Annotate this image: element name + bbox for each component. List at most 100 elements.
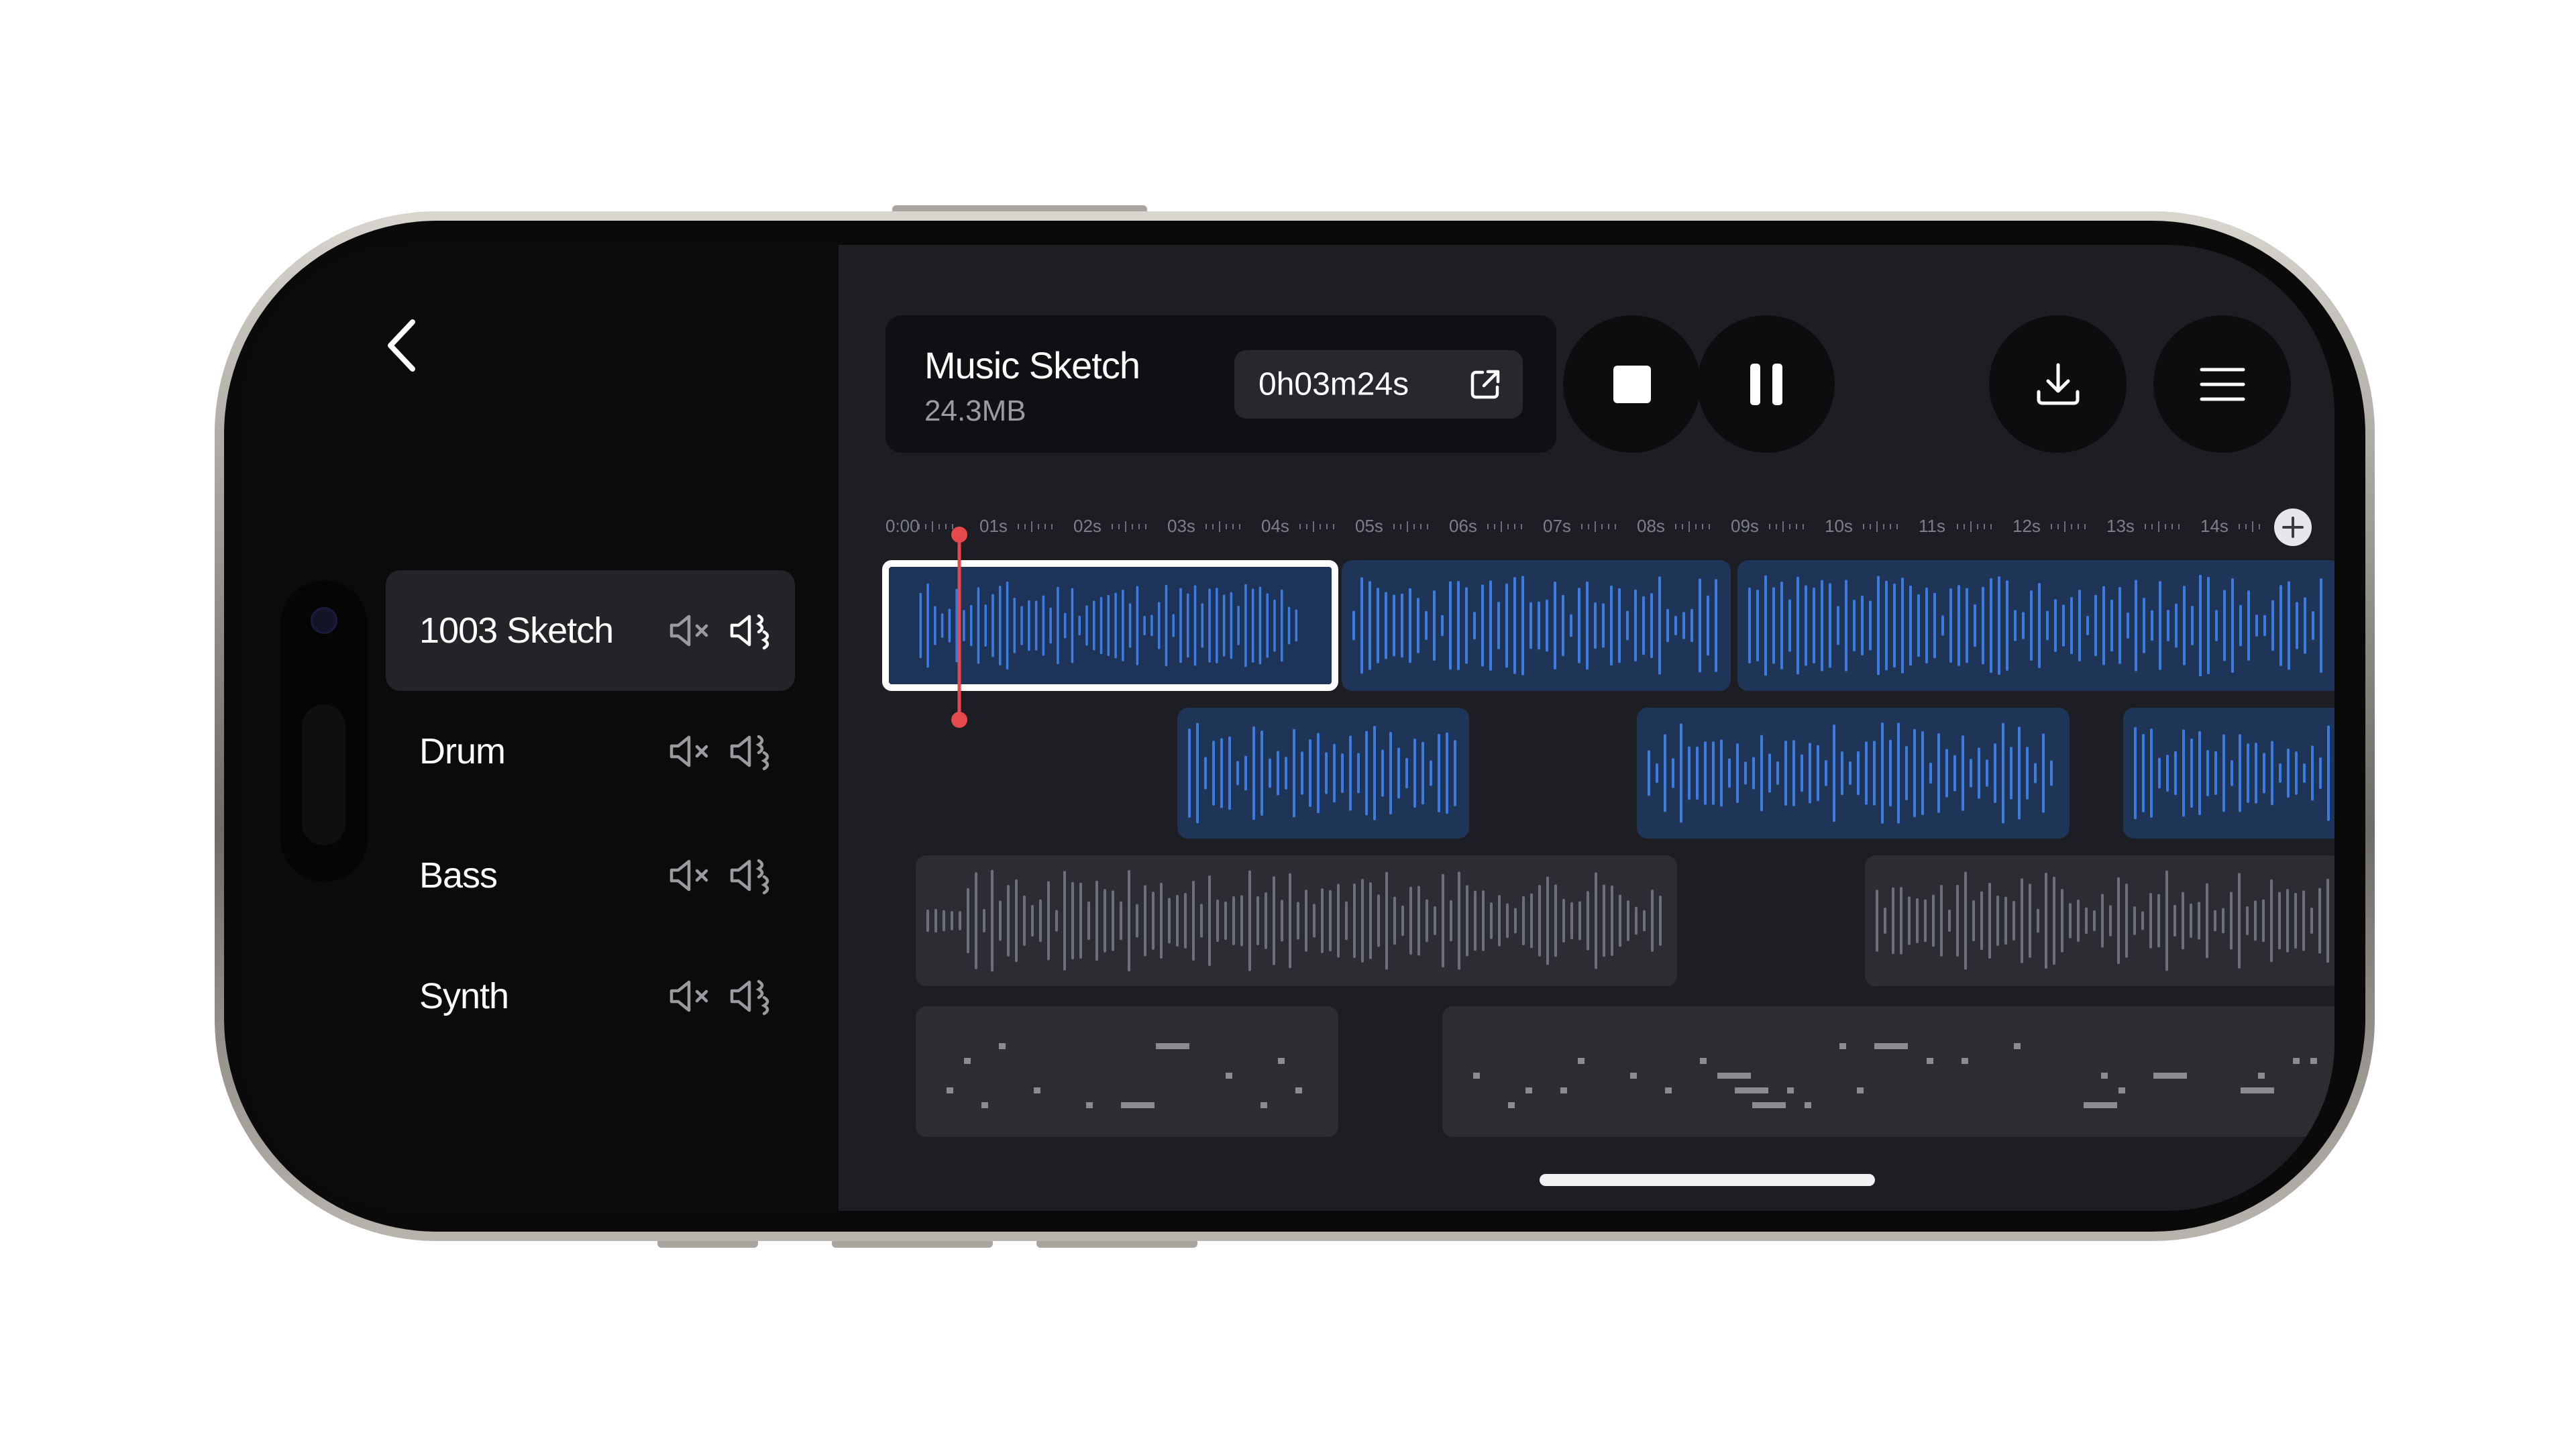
mute-button[interactable]: [667, 855, 714, 896]
external-link-icon: [1470, 370, 1500, 399]
audio-clip[interactable]: [2123, 708, 2334, 839]
ruler-label: 10s: [1825, 516, 1853, 536]
midi-note: [1260, 1102, 1267, 1108]
midi-note: [2258, 1073, 2265, 1079]
speaker-wave-icon: [730, 859, 769, 895]
playhead-bottom-handle[interactable]: [951, 712, 967, 728]
add-marker-button[interactable]: [2274, 508, 2312, 546]
midi-clip[interactable]: [1442, 1006, 2334, 1137]
track-row[interactable]: Bass: [386, 815, 795, 936]
stop-button[interactable]: [1563, 315, 1701, 453]
midi-note: [1665, 1087, 1672, 1093]
pause-button[interactable]: [1697, 315, 1835, 453]
solo-button[interactable]: [728, 976, 775, 1016]
track-name: Synth: [419, 976, 509, 1016]
midi-note: [1156, 1043, 1189, 1049]
midi-note: [1735, 1087, 1768, 1093]
playhead[interactable]: [951, 527, 967, 728]
plus-circle-icon: [2282, 517, 2304, 538]
ruler-label: 05s: [1355, 516, 1383, 536]
midi-note: [1839, 1043, 1846, 1049]
speaker-wave-icon: [730, 979, 769, 1016]
face-sensor: [302, 704, 345, 845]
duration-button[interactable]: 0h03m24s: [1234, 350, 1523, 419]
midi-note: [981, 1102, 988, 1108]
audio-clip[interactable]: [1342, 560, 1731, 691]
midi-note: [2293, 1058, 2300, 1064]
ruler-label: 14s: [2200, 516, 2229, 536]
track-row[interactable]: 1003 Sketch: [386, 570, 795, 691]
midi-note: [1874, 1043, 1908, 1049]
audio-clip[interactable]: [1177, 708, 1469, 839]
back-button[interactable]: [376, 312, 429, 379]
audio-clip[interactable]: [1737, 560, 2334, 691]
ruler-label: 02s: [1073, 516, 1102, 536]
ruler-label: 04s: [1261, 516, 1289, 536]
ruler-label: 06s: [1449, 516, 1477, 536]
midi-note: [2241, 1087, 2274, 1093]
ruler-label: 11s: [1919, 516, 1945, 536]
midi-note: [1278, 1058, 1285, 1064]
speaker-mute-icon: [669, 980, 708, 1012]
timeline-panel: Music Sketch 24.3MB 0h03m24s 0:00 01s 02…: [839, 245, 2334, 1211]
midi-note: [2118, 1087, 2125, 1093]
midi-note: [1525, 1087, 1532, 1093]
ruler-label: 03s: [1167, 516, 1195, 536]
mute-button[interactable]: [667, 610, 714, 651]
midi-note: [1578, 1058, 1585, 1064]
audio-clip[interactable]: [916, 855, 1677, 986]
midi-note: [1121, 1102, 1155, 1108]
audio-clip[interactable]: [1637, 708, 2070, 839]
solo-button[interactable]: [728, 855, 775, 896]
waveform: [2134, 725, 2330, 821]
midi-note: [2101, 1073, 2108, 1079]
speaker-mute-icon: [669, 735, 708, 767]
midi-note: [2310, 1058, 2317, 1064]
playhead-svg: [951, 527, 967, 728]
playhead-top-handle[interactable]: [951, 527, 967, 543]
solo-button[interactable]: [728, 731, 775, 771]
ruler-label: 0:00: [885, 516, 920, 536]
time-ruler-svg: 0:00 01s 02s 03s 04s 05s 06s 07s 08s 09s 10s 11s 12s…: [885, 516, 2260, 536]
midi-note: [2084, 1102, 2117, 1108]
ruler-label: 01s: [979, 516, 1008, 536]
speaker-mute-icon: [669, 859, 708, 892]
front-camera-lens: [311, 607, 337, 634]
audio-clip[interactable]: [1865, 855, 2334, 986]
track-row[interactable]: Drum: [386, 691, 795, 812]
midi-note: [1805, 1102, 1811, 1108]
download-icon: [2037, 363, 2079, 405]
track-name: 1003 Sketch: [419, 610, 614, 651]
waveform: [1648, 722, 2053, 824]
track-row[interactable]: Synth: [386, 936, 795, 1057]
midi-note: [1086, 1102, 1093, 1108]
midi-notes: [1473, 1043, 2317, 1108]
solo-button[interactable]: [728, 610, 775, 651]
track-name: Bass: [419, 855, 498, 896]
mute-button[interactable]: [667, 976, 714, 1016]
ruler-label: 07s: [1543, 516, 1571, 536]
midi-note: [1560, 1087, 1567, 1093]
midi-note: [1892, 1043, 1898, 1049]
stop-icon: [1613, 365, 1651, 403]
midi-note: [1630, 1073, 1637, 1079]
midi-note: [947, 1087, 953, 1093]
waveform: [1352, 576, 1717, 676]
download-button[interactable]: [1989, 315, 2127, 453]
mute-button[interactable]: [667, 731, 714, 771]
chevron-left-icon: [388, 319, 415, 372]
menu-icon: [2200, 368, 2245, 400]
midi-notes: [947, 1043, 1302, 1108]
midi-note: [1857, 1087, 1864, 1093]
midi-note: [2153, 1073, 2187, 1079]
midi-note: [1473, 1073, 1480, 1079]
menu-button[interactable]: [2153, 315, 2291, 453]
midi-note: [999, 1043, 1006, 1049]
midi-note: [1717, 1073, 1751, 1079]
midi-clip[interactable]: [916, 1006, 1338, 1137]
midi-note: [1752, 1102, 1786, 1108]
ruler-label: 09s: [1731, 516, 1759, 536]
time-ruler[interactable]: 0:00 01s 02s 03s 04s 05s 06s 07s 08s 09s 10s 11s 12s…: [885, 513, 2267, 540]
midi-note: [1295, 1087, 1302, 1093]
speaker-mute-icon: [669, 614, 708, 647]
